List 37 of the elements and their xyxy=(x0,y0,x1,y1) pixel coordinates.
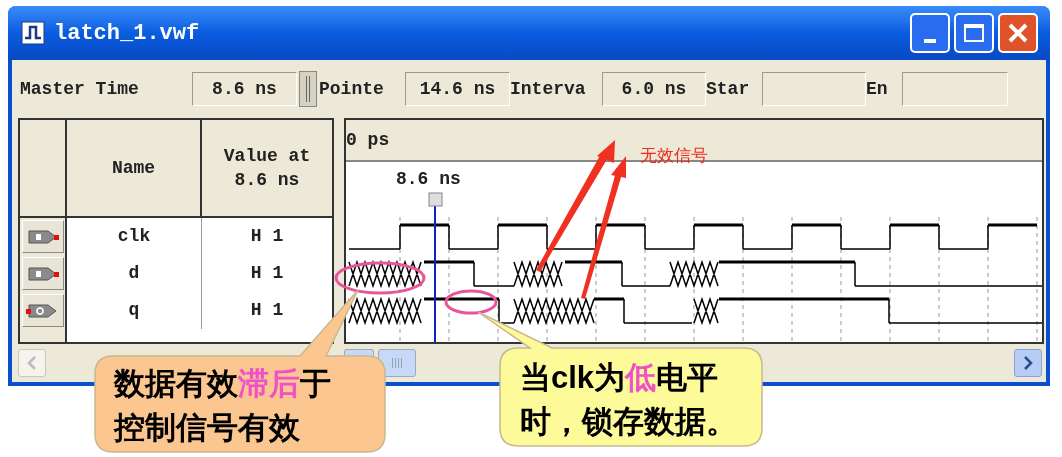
signal-name: d xyxy=(128,262,140,285)
time-field[interactable]: 8.6 ns xyxy=(192,72,297,106)
field-label: Star xyxy=(706,77,751,101)
scroll-right-button[interactable] xyxy=(1014,349,1042,377)
field-label: Interva xyxy=(510,77,587,101)
signal-value: H 1 xyxy=(250,299,284,322)
maximize-icon xyxy=(964,24,984,42)
callout-text: 当clk为低电平 时，锁存数据。 xyxy=(520,359,737,441)
column-header: Name xyxy=(110,157,157,180)
time-field[interactable]: 14.6 ns xyxy=(405,72,510,106)
window-title: latch_1.vwf xyxy=(54,19,200,48)
cursor-handle[interactable] xyxy=(428,192,443,207)
field-label: En xyxy=(866,77,889,101)
minimize-button[interactable] xyxy=(910,13,950,53)
time-field[interactable] xyxy=(902,72,1008,106)
signal-name: q xyxy=(128,299,140,322)
time-field[interactable]: 6.0 ns xyxy=(602,72,706,106)
chevron-right-icon xyxy=(1023,356,1033,370)
signal-name: clk xyxy=(117,225,151,248)
time-field[interactable] xyxy=(762,72,866,106)
column-header: Value at 8.6 ns xyxy=(222,145,312,192)
maximize-button[interactable] xyxy=(954,13,994,53)
signal-value: H 1 xyxy=(250,225,284,248)
waveform-file-icon xyxy=(20,20,46,46)
close-button[interactable] xyxy=(998,13,1038,53)
minimize-icon xyxy=(924,39,936,43)
splitter-handle[interactable] xyxy=(299,71,317,107)
start-time: 0 ps xyxy=(346,128,390,152)
cursor-time: 8.6 ns xyxy=(396,168,461,191)
chevron-left-icon xyxy=(27,356,37,370)
annotation-label: 无效信号 xyxy=(640,145,708,167)
signal-value: H 1 xyxy=(250,262,284,285)
close-icon xyxy=(1007,22,1029,44)
field-label: Pointe xyxy=(319,77,385,101)
highlight-ellipse xyxy=(444,289,498,315)
field-label: Master Time xyxy=(20,77,140,101)
callout-text: 数据有效滞后于 控制信号有效 xyxy=(114,365,331,447)
